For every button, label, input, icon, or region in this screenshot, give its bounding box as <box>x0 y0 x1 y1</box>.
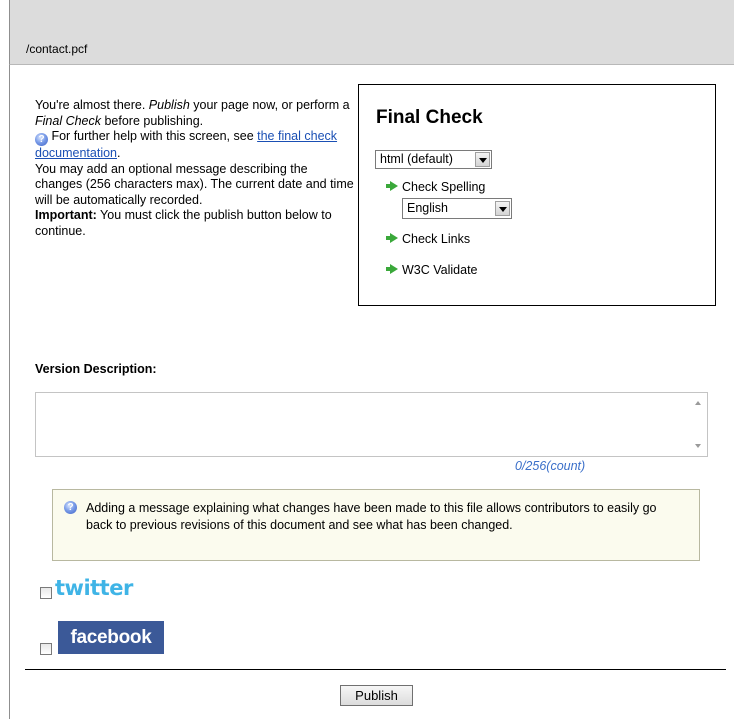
arrow-right-icon <box>386 181 398 191</box>
important-label: Important: <box>35 208 97 222</box>
facebook-checkbox[interactable] <box>40 643 52 655</box>
scroll-down-icon[interactable] <box>695 444 701 448</box>
final-check-title: Final Check <box>376 107 483 128</box>
character-counter: 0/256(count) <box>515 459 586 473</box>
w3c-validate-label: W3C Validate <box>402 263 478 277</box>
help-suffix: . <box>117 146 121 160</box>
footer-divider <box>25 669 726 670</box>
format-select-value: html (default) <box>380 152 453 166</box>
optional-message-text: You may add an optional message describi… <box>35 161 354 207</box>
final-check-box: Final Check html (default) Check Spellin… <box>358 84 716 306</box>
check-spelling-label: Check Spelling <box>402 180 486 194</box>
intro-text: You're almost there. Publish your page n… <box>35 98 355 239</box>
intro-line1-prefix: You're almost there. <box>35 98 149 112</box>
arrow-right-icon <box>386 264 398 274</box>
check-links-label: Check Links <box>402 232 471 246</box>
language-select-value: English <box>407 201 448 215</box>
intro-line1-end: before publishing. <box>101 113 204 128</box>
chevron-down-icon <box>475 152 490 167</box>
w3c-validate-link[interactable]: W3C Validate <box>386 263 478 277</box>
scroll-up-icon[interactable] <box>695 401 701 405</box>
info-message-text: Adding a message explaining what changes… <box>86 501 657 532</box>
info-message-box: ? Adding a message explaining what chang… <box>52 489 700 561</box>
intro-final-check-word: Final Check <box>35 113 101 128</box>
version-description-label: Version Description: <box>35 362 157 376</box>
top-bar: /contact.pcf <box>9 0 734 64</box>
check-links-link[interactable]: Check Links <box>386 232 471 246</box>
file-path: /contact.pcf <box>26 42 88 56</box>
language-select[interactable]: English <box>402 198 512 219</box>
chevron-down-icon <box>495 201 510 216</box>
version-description-textarea[interactable] <box>35 392 708 457</box>
help-icon: ? <box>35 133 48 146</box>
publish-button[interactable]: Publish <box>340 685 413 706</box>
intro-line1-suffix: your page now, or perform a <box>189 98 350 112</box>
twitter-logo: twitter <box>55 576 133 600</box>
help-prefix: For further help with this screen, see <box>48 129 258 143</box>
twitter-checkbox[interactable] <box>40 587 52 599</box>
facebook-logo: facebook <box>58 621 164 654</box>
check-spelling-link[interactable]: Check Spelling <box>386 180 486 194</box>
intro-publish-word: Publish <box>148 98 190 112</box>
arrow-right-icon <box>386 233 398 243</box>
info-icon: ? <box>64 501 77 514</box>
format-select[interactable]: html (default) <box>375 150 492 169</box>
